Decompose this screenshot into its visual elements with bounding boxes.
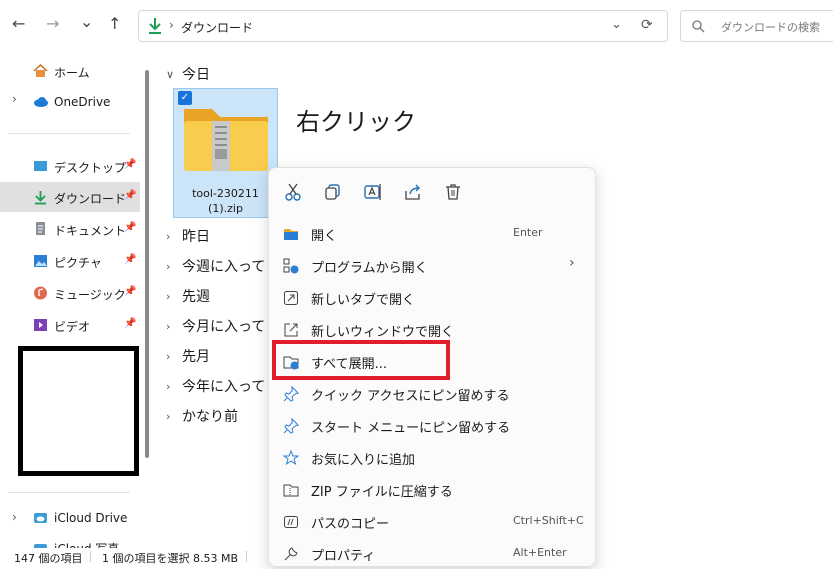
zip-folder-icon: [182, 101, 270, 173]
group-this-week[interactable]: › 今週に入って (: [166, 256, 275, 276]
video-icon: [33, 318, 48, 332]
menu-item-compress-zip[interactable]: ZIP ファイルに圧縮する: [269, 473, 595, 505]
chevron-down-icon: ∨: [166, 67, 175, 81]
file-name-line1: tool-230211: [192, 187, 259, 200]
submenu-chevron-icon: ›: [569, 255, 575, 271]
chevron-right-icon: ›: [166, 229, 171, 243]
star-icon: [282, 449, 300, 466]
search-placeholder: ダウンロードの検索: [721, 21, 820, 34]
cut-icon[interactable]: [283, 182, 303, 202]
file-tile-zip[interactable]: ✓ tool-230211 (1).zip: [173, 88, 278, 218]
group-long-ago[interactable]: › かなり前: [166, 406, 238, 426]
new-window-icon: [283, 322, 299, 338]
copy-icon[interactable]: [323, 182, 343, 202]
home-icon: [33, 63, 48, 78]
copy-path-icon: [283, 514, 299, 530]
sidebar-item-pictures[interactable]: ピクチャ 📌: [0, 246, 140, 276]
highlight-box: [272, 340, 450, 380]
search-box[interactable]: ダウンロードの検索: [680, 10, 833, 42]
pin-icon: [283, 385, 299, 402]
download-icon: [33, 190, 48, 205]
pin-icon: 📌: [124, 286, 137, 297]
menu-item-pin-quick-access[interactable]: クイック アクセスにピン留めする: [269, 377, 595, 409]
status-divider: [90, 551, 91, 562]
sidebar-item-documents[interactable]: ドキュメント 📌: [0, 214, 140, 244]
sidebar-item-icloud-drive[interactable]: iCloud Drive: [0, 503, 140, 533]
cloud-icon: [33, 95, 48, 109]
group-last-week[interactable]: › 先週: [166, 286, 210, 306]
menu-item-open[interactable]: 開く Enter: [269, 217, 595, 249]
group-this-year[interactable]: › 今年に入って (: [166, 376, 275, 396]
sidebar-item-videos[interactable]: ビデオ 📌: [0, 310, 140, 340]
new-tab-icon: [283, 290, 299, 306]
chevron-right-icon: ›: [166, 319, 171, 333]
sidebar-item-home[interactable]: ホーム: [0, 56, 140, 86]
sidebar-item-downloads[interactable]: ダウンロード 📌: [0, 182, 140, 212]
recent-locations-button[interactable]: ⌄: [80, 12, 93, 31]
open-with-icon: [283, 258, 299, 274]
wrench-icon: [283, 546, 299, 562]
address-text: ダウンロード: [181, 21, 254, 35]
folder-open-icon: [283, 226, 299, 242]
chevron-right-icon: ›: [166, 379, 171, 393]
menu-item-add-favorites[interactable]: お気に入りに追加: [269, 441, 595, 473]
zip-icon: [283, 482, 299, 498]
group-today[interactable]: ∨ 今日: [166, 64, 210, 84]
rename-icon[interactable]: [363, 182, 383, 202]
download-icon: [147, 17, 163, 35]
annotation-right-click: 右クリック: [296, 108, 416, 136]
picture-icon: [33, 254, 48, 268]
chevron-right-icon: ›: [166, 409, 171, 423]
file-name-line2: (1).zip: [208, 202, 243, 215]
chevron-right-icon: ›: [169, 18, 174, 32]
group-last-month[interactable]: › 先月: [166, 346, 210, 366]
forward-button[interactable]: →: [46, 14, 59, 33]
chevron-right-icon: ›: [166, 289, 171, 303]
dropdown-chevron-icon[interactable]: ⌄: [611, 17, 622, 32]
delete-icon[interactable]: [443, 182, 463, 202]
sidebar-item-onedrive[interactable]: OneDrive: [0, 87, 140, 117]
sidebar-divider: [8, 492, 130, 493]
chevron-right-icon: ›: [166, 349, 171, 363]
share-icon[interactable]: [403, 182, 423, 202]
document-icon: [33, 222, 48, 236]
menu-item-open-new-tab[interactable]: 新しいタブで開く: [269, 281, 595, 313]
menu-item-pin-start[interactable]: スタート メニューにピン留めする: [269, 409, 595, 441]
up-button[interactable]: ↑: [108, 14, 121, 33]
sidebar-item-music[interactable]: ミュージック 📌: [0, 278, 140, 308]
icloud-icon: [33, 511, 48, 525]
refresh-icon[interactable]: ⟳: [641, 17, 653, 33]
group-yesterday[interactable]: › 昨日: [166, 226, 210, 246]
desktop-icon: [33, 159, 48, 173]
pin-icon: [283, 417, 299, 434]
group-this-month[interactable]: › 今月に入って (: [166, 316, 275, 336]
chevron-right-icon: ›: [166, 259, 171, 273]
sidebar-divider: [8, 133, 130, 134]
sidebar-item-desktop[interactable]: デスクトップ 📌: [0, 151, 140, 181]
search-icon: [691, 18, 705, 33]
pin-icon: 📌: [124, 190, 137, 201]
menu-item-copy-path[interactable]: パスのコピー Ctrl+Shift+C: [269, 505, 595, 537]
pin-icon: 📌: [124, 222, 137, 233]
back-button[interactable]: ←: [12, 14, 25, 33]
menu-item-properties[interactable]: プロパティ Alt+Enter: [269, 537, 595, 569]
pin-icon: 📌: [124, 254, 137, 265]
address-bar[interactable]: › ダウンロード ⌄ ⟳: [138, 10, 668, 42]
pin-icon: 📌: [124, 318, 137, 329]
menu-item-open-with[interactable]: プログラムから開く ›: [269, 249, 595, 281]
status-divider: [246, 551, 247, 562]
music-icon: [33, 286, 48, 300]
sidebar-scrollbar[interactable]: [145, 70, 149, 458]
redacted-area: [18, 346, 139, 476]
pin-icon: 📌: [124, 159, 137, 170]
